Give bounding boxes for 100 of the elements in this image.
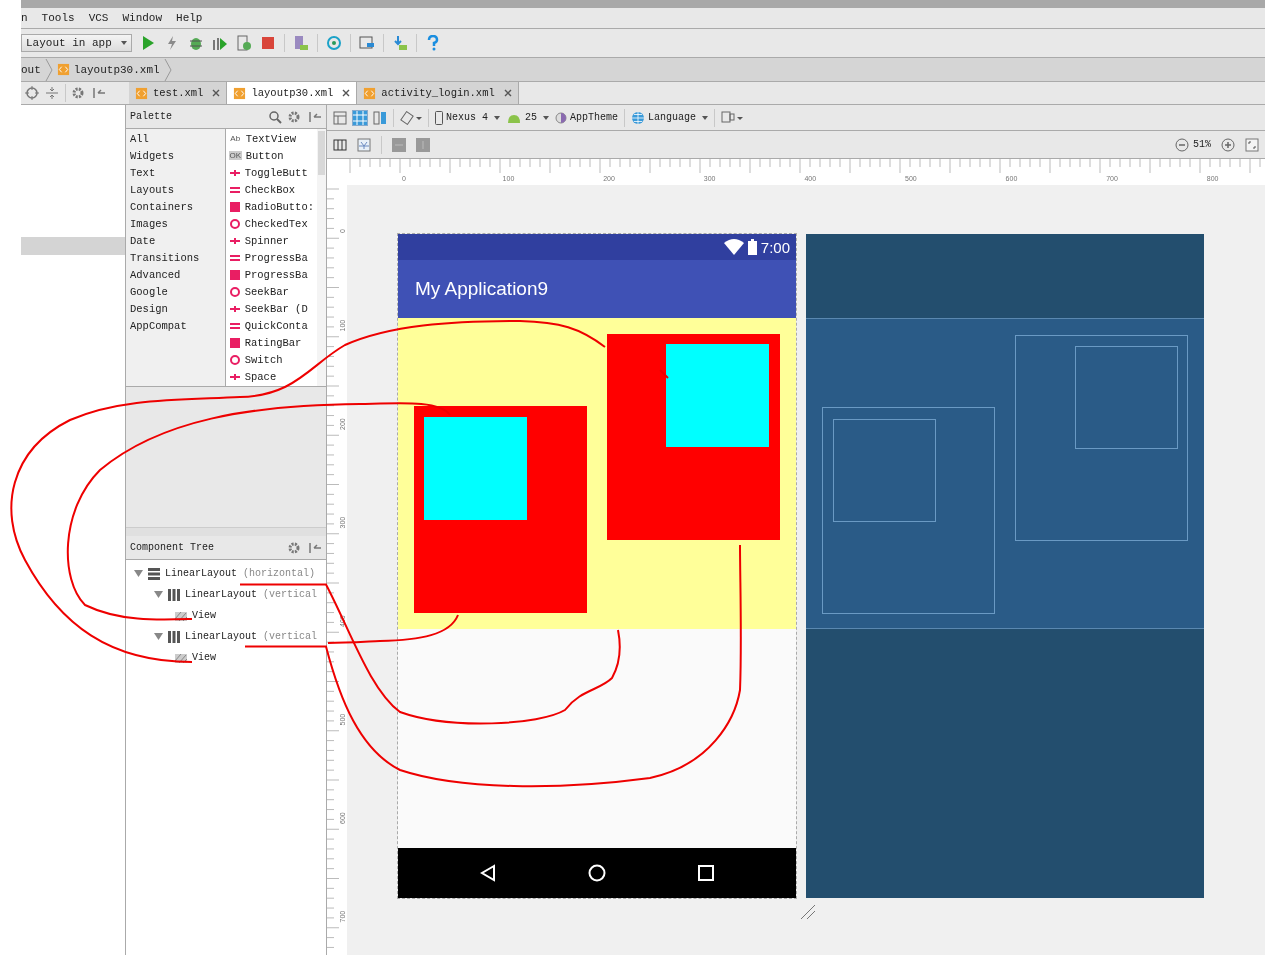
profile-run-icon[interactable] [211,35,228,51]
close-icon[interactable] [212,89,221,97]
sdk-download-icon[interactable] [391,35,408,51]
columns-icon[interactable] [333,137,347,152]
palette-title: Palette [130,111,172,122]
close-icon[interactable] [342,89,351,97]
sync-icon[interactable] [325,35,342,51]
palette-item[interactable]: ProgressBa [228,266,314,283]
palette-category[interactable]: Images [130,216,221,233]
palette-category[interactable]: Design [130,301,221,318]
search-icon[interactable] [268,109,282,124]
palette-category[interactable]: Layouts [130,182,221,199]
expand-toggle[interactable] [154,590,163,599]
editor-tab[interactable]: test.xml [129,82,228,104]
ring-icon [228,285,241,298]
hide-panel-icon[interactable] [92,86,106,100]
palette-category[interactable]: All [130,131,221,148]
expand-vertical-icon[interactable] [416,137,430,152]
palette-category[interactable]: Advanced [130,267,221,284]
back-icon[interactable] [478,864,497,882]
tree-node[interactable]: LinearLayout [185,589,257,600]
component-tree-title: Component Tree [130,542,214,553]
palette-category[interactable]: Google [130,284,221,301]
breadcrumb-item[interactable]: out [21,63,41,76]
hide-panel-icon[interactable] [308,109,322,124]
palette-category[interactable]: Transitions [130,250,221,267]
split-view-icon[interactable] [373,110,387,125]
recents-icon[interactable] [697,864,716,882]
menu-item[interactable]: n [21,12,28,24]
palette-item[interactable]: CheckedTex [228,215,314,232]
wifi-icon [723,239,744,255]
expand-toggle[interactable] [134,569,143,578]
palette-item[interactable]: SeekBar [228,283,314,300]
collapse-icon[interactable] [45,86,59,100]
bug-icon[interactable] [187,35,204,51]
palette-item[interactable]: QuickConta [228,317,314,334]
half-circle-icon [555,111,568,124]
menu-item[interactable]: Window [122,12,163,24]
tree-node[interactable]: View [192,610,216,621]
device-bug-icon[interactable] [235,35,252,51]
editor-tab[interactable]: activity_login.xml [357,82,519,104]
palette-item[interactable]: ToggleButt [228,164,314,181]
gear-icon[interactable] [288,540,302,555]
palette-item[interactable]: RatingBar [228,334,314,351]
breadcrumb-item[interactable]: layoutp30.xml [73,63,160,76]
menu-item[interactable]: Tools [41,12,75,24]
rotate-icon[interactable] [400,110,422,125]
fit-screen-icon[interactable] [1245,137,1259,152]
palette-category[interactable]: Widgets [130,148,221,165]
vertical-layout-icon [167,629,181,644]
editor-tab[interactable]: layoutp30.xml [227,82,358,104]
splitter-handle[interactable] [126,527,326,536]
menu-item[interactable]: VCS [88,12,109,24]
palette-item[interactable]: ProgressBa [228,249,314,266]
layout-variants-icon[interactable] [721,110,744,125]
square-icon [228,268,241,281]
theme-button[interactable]: AppTheme [555,111,619,124]
stop-icon[interactable] [259,35,276,51]
tree-node[interactable]: LinearLayout [185,631,257,642]
blueprint-icon[interactable] [353,110,367,125]
zoom-in-icon[interactable] [1221,137,1235,152]
palette-item[interactable]: Space [228,368,314,385]
close-icon[interactable] [503,89,512,97]
palette-category[interactable]: Containers [130,199,221,216]
palette-item[interactable]: OK Button [228,147,314,164]
target-icon[interactable] [25,86,39,100]
resize-handle-icon[interactable] [800,904,816,920]
palette-item[interactable]: CheckBox [228,181,314,198]
palette-item[interactable]: Switch [228,351,314,368]
gear-icon[interactable] [72,86,86,100]
palette-category[interactable]: Date [130,233,221,250]
expand-horizontal-icon[interactable] [392,137,406,152]
zoom-out-icon[interactable] [1175,137,1189,152]
palette-item[interactable]: RadioButto: [228,198,314,215]
palette-category[interactable]: AppCompat [130,318,221,335]
scrollbar-thumb[interactable] [318,131,325,175]
baseline-icon[interactable] [357,137,371,152]
tree-node[interactable]: LinearLayout [165,568,237,579]
layout-design-icon[interactable] [333,110,347,125]
device-dropdown[interactable]: Nexus 4 [435,110,500,125]
menu-item[interactable]: Help [176,12,203,24]
chevron-separator-icon [44,58,53,81]
tree-node[interactable]: View [192,652,216,663]
project-structure-icon[interactable] [358,35,375,51]
caret-icon [702,115,709,120]
api-level-dropdown[interactable]: 25 [506,112,550,123]
hand-drawn-line [659,369,669,379]
run-config-dropdown[interactable]: Layout in app [21,34,132,52]
palette-item[interactable]: Ab TextView [228,130,314,147]
language-dropdown[interactable]: Language [631,110,709,125]
palette-item[interactable]: SeekBar (D [228,300,314,317]
home-icon[interactable] [588,864,606,882]
horizontal-layout-icon [147,566,161,581]
xml-file-icon [56,63,70,76]
palette-item[interactable]: Spinner [228,232,314,249]
palette-category[interactable]: Text [130,165,221,182]
hide-panel-icon[interactable] [308,540,322,555]
avd-manager-icon[interactable] [292,35,309,51]
expand-toggle[interactable] [154,632,163,641]
gear-icon[interactable] [288,109,302,124]
